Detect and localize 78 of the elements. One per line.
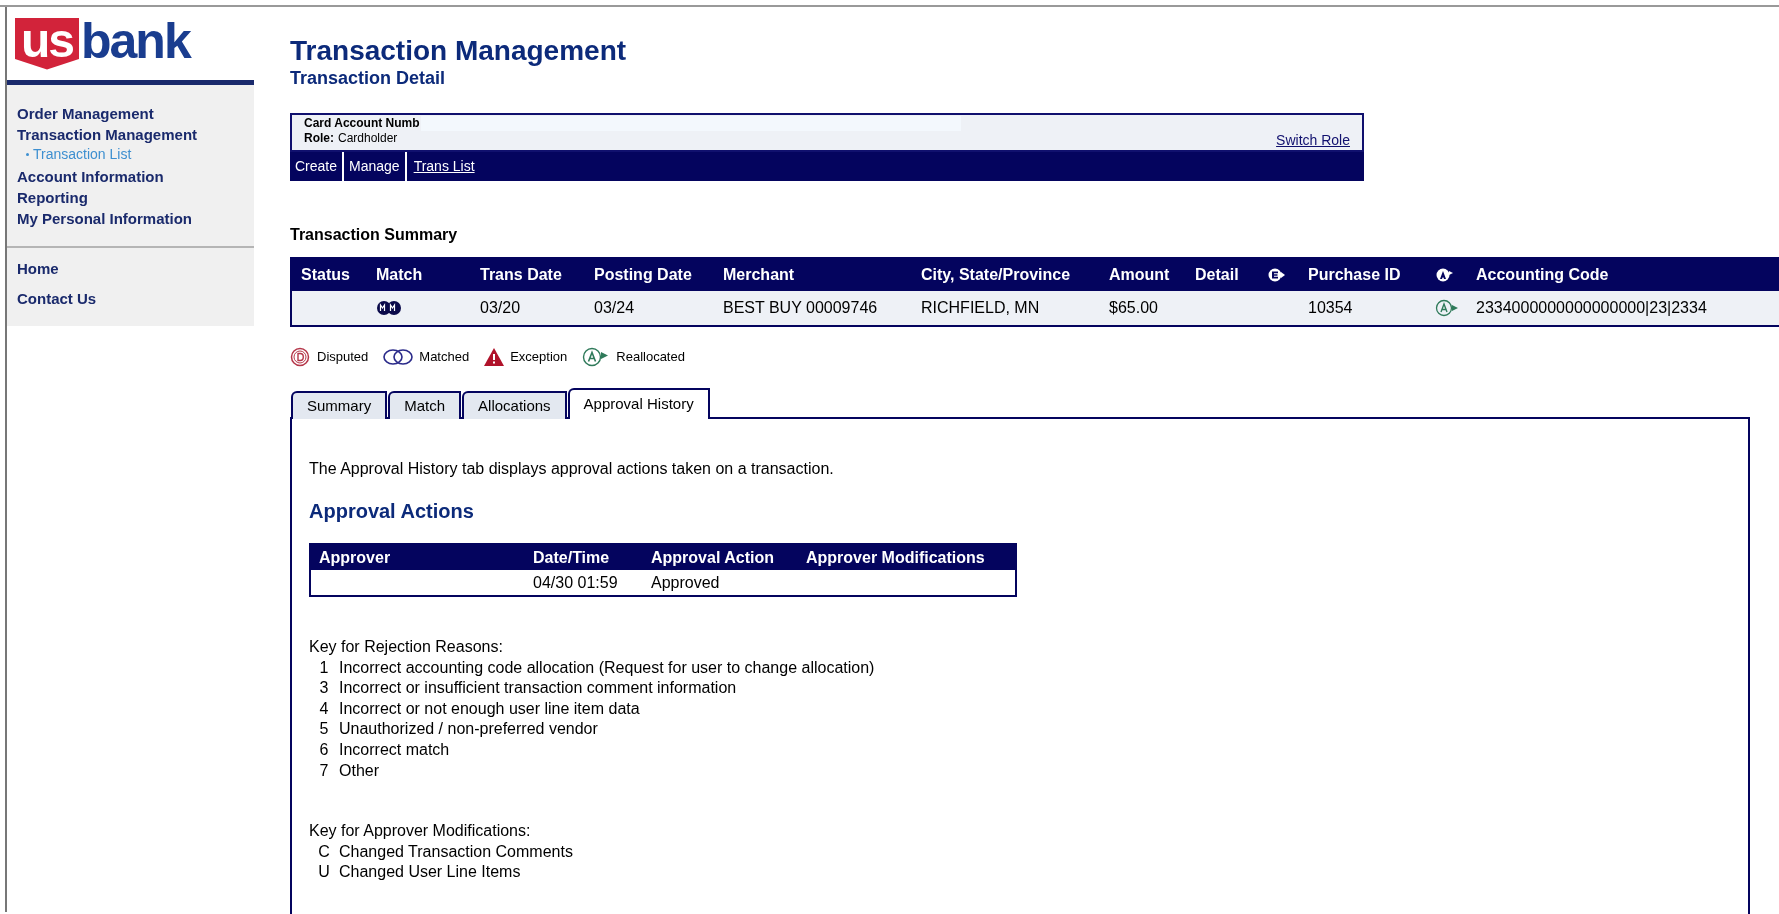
- key-description: Changed Transaction Comments: [339, 841, 573, 862]
- column-header: Posting Date: [594, 265, 692, 285]
- key-code: U: [317, 862, 331, 883]
- table-cell-text: BEST BUY 00009746: [723, 298, 878, 318]
- column-header: Status: [301, 265, 350, 285]
- key-code: 6: [318, 739, 330, 760]
- column-header: Detail: [1195, 265, 1239, 285]
- nav-link[interactable]: Trans List: [406, 152, 482, 181]
- page-title: Transaction Management: [290, 35, 628, 67]
- intro-text: The Approval History tab displays approval actions taken on a transaction.: [309, 459, 835, 479]
- tab[interactable]: Match: [388, 391, 462, 419]
- column-header: Merchant: [723, 265, 795, 285]
- sidebar-link[interactable]: Order Management: [17, 105, 254, 123]
- key-description: Incorrect or insufficient transaction comment information: [339, 678, 737, 699]
- role-label: Role:: [304, 131, 334, 146]
- section-title: Transaction Summary: [290, 225, 459, 245]
- linked-rings-icon: [382, 348, 415, 366]
- key-code: 3: [318, 678, 330, 699]
- nav-link[interactable]: Create: [290, 152, 345, 181]
- section-heading: Approval Actions: [309, 499, 475, 523]
- tab[interactable]: Allocations: [462, 391, 567, 419]
- key-description: Incorrect accounting code allocation (Request for user to change allocation): [339, 657, 875, 678]
- table-cell: Approved: [651, 573, 720, 591]
- key-description: Unauthorized / non-preferred vendor: [339, 719, 598, 740]
- column-header: Amount: [1109, 265, 1170, 285]
- key-title: Key for Approver Modifications:: [309, 821, 532, 842]
- legend-label: Matched: [419, 348, 470, 367]
- key-code: 4: [318, 698, 330, 719]
- reallocated-icon: [1434, 299, 1460, 317]
- key-description: Incorrect or not enough user line item data: [339, 698, 640, 719]
- sidebar-link[interactable]: Transaction Management: [17, 126, 254, 144]
- table-cell-text: 03/24: [594, 298, 635, 318]
- table-cell-text: 03/20: [480, 298, 521, 318]
- table-cell: 04/30 01:59: [533, 573, 618, 591]
- key-code: 5: [318, 719, 330, 740]
- column-header: Accounting Code: [1476, 265, 1609, 285]
- column-header: Approval Action: [651, 548, 774, 566]
- table-cell-text: $65.00: [1109, 298, 1158, 318]
- key-title: Key for Rejection Reasons:: [309, 637, 504, 657]
- column-header: Date/Time: [533, 548, 610, 566]
- column-header: City, State/Province: [921, 265, 1071, 285]
- switch-role-link[interactable]: Switch Role: [1276, 133, 1350, 148]
- table-cell-text: 2334000000000000000|23|2334: [1476, 298, 1707, 318]
- table-cell-text: RICHFIELD, MN: [921, 298, 1040, 318]
- sidebar-link[interactable]: Home: [17, 260, 254, 278]
- key-code: 1: [318, 657, 330, 678]
- matched-icon: [376, 300, 402, 316]
- a-circle-icon: [1434, 267, 1454, 283]
- key-description: Other: [339, 760, 379, 781]
- column-header: Approver Modifications: [806, 548, 985, 566]
- sidebar-link[interactable]: Reporting: [17, 189, 254, 207]
- column-header: Approver: [319, 548, 391, 566]
- bullet-icon: [26, 152, 29, 156]
- column-header: Match: [376, 265, 423, 285]
- column-header: Trans Date: [480, 265, 562, 285]
- key-description: Changed User Line Items: [339, 862, 521, 883]
- key-code: C: [317, 841, 331, 862]
- logo-shield: us: [15, 17, 79, 70]
- legend-label: Exception: [510, 348, 568, 367]
- sidebar-link[interactable]: Account Information: [17, 168, 254, 186]
- role-value: Cardholder: [338, 131, 398, 146]
- page-subtitle: Transaction Detail: [290, 67, 447, 89]
- legend-label: Disputed: [317, 348, 369, 367]
- e-circle-icon: [1266, 267, 1286, 283]
- disputed-icon: [290, 347, 312, 367]
- card-account-label: Card Account Numb: [304, 116, 420, 131]
- tab[interactable]: Summary: [291, 391, 388, 419]
- legend-label: Reallocated: [616, 348, 685, 367]
- sidebar-link[interactable]: Contact Us: [17, 290, 254, 308]
- nav-link[interactable]: Manage: [344, 152, 407, 181]
- logo-wordmark: bank: [81, 17, 190, 64]
- sidebar-link[interactable]: My Personal Information: [17, 210, 254, 228]
- column-header: Purchase ID: [1308, 265, 1401, 285]
- key-description: Incorrect match: [339, 739, 450, 760]
- warning-icon: [483, 347, 506, 367]
- key-code: 7: [318, 760, 330, 781]
- table-cell-text: 10354: [1308, 298, 1353, 318]
- tab[interactable]: Approval History: [567, 388, 710, 419]
